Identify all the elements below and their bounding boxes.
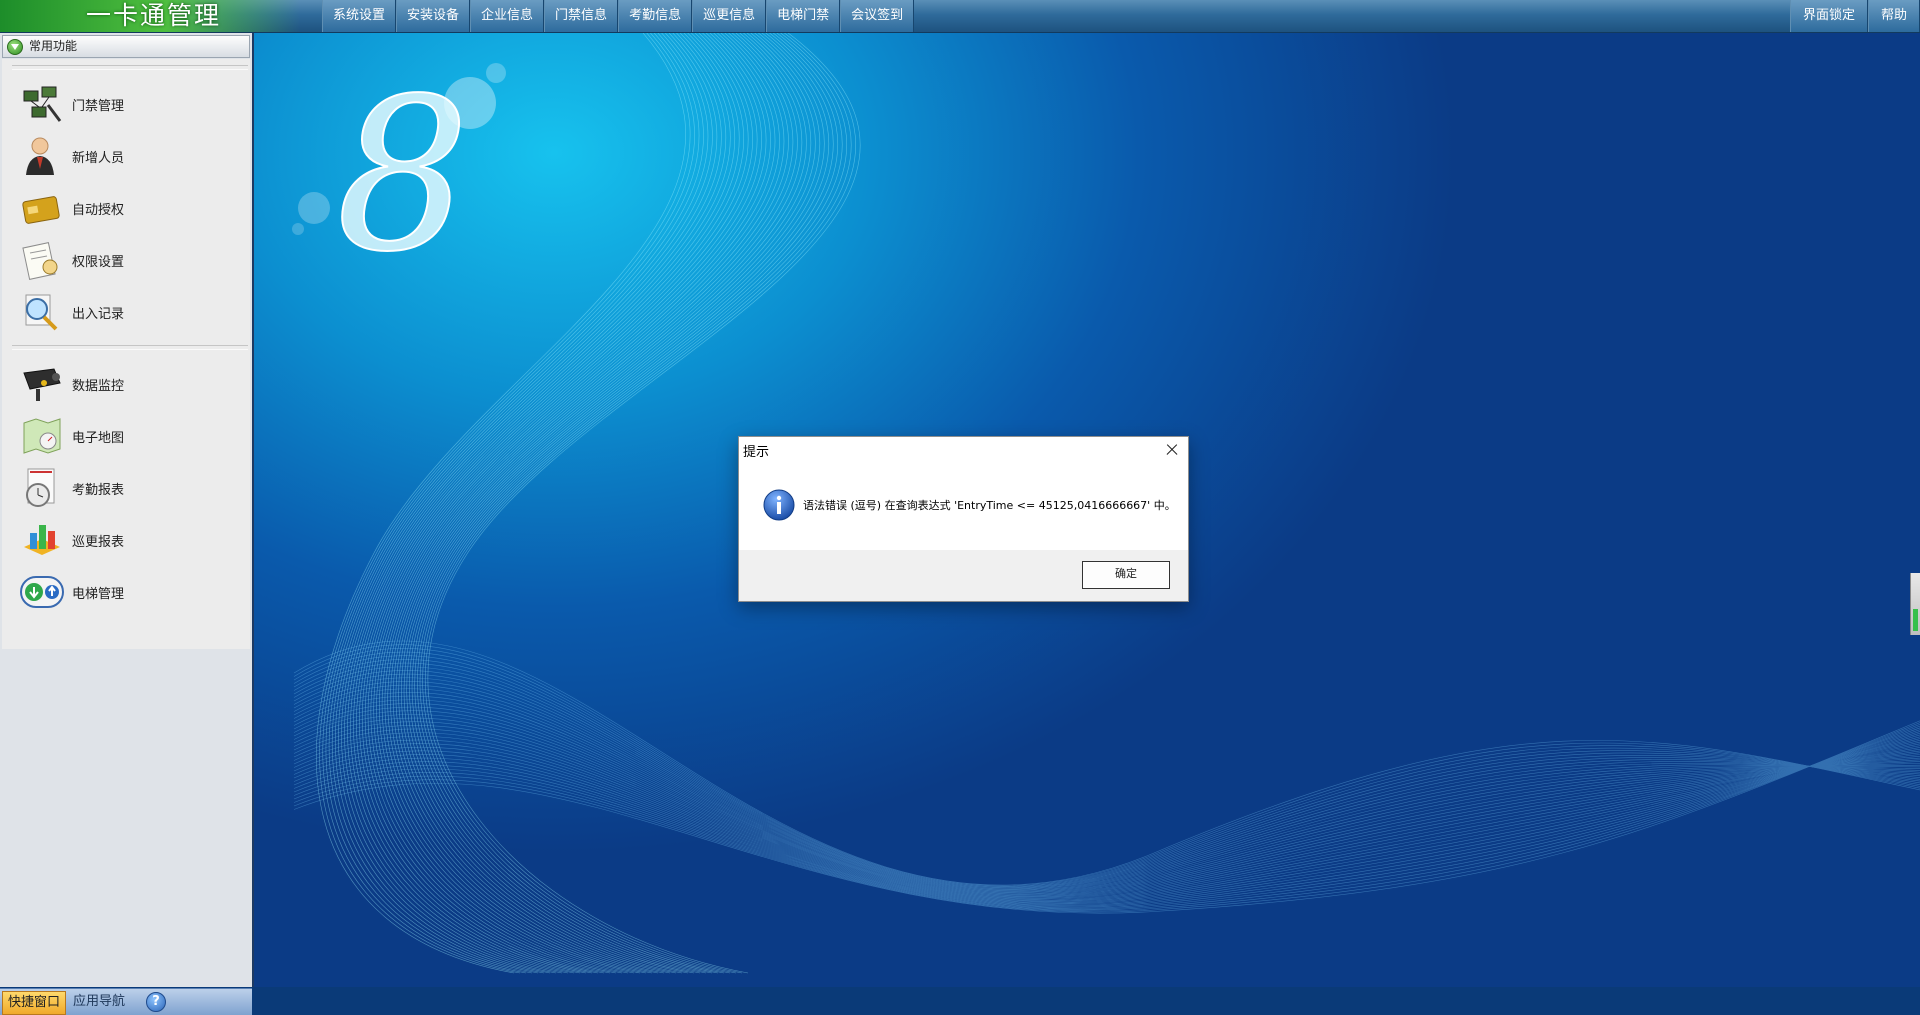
message-dialog: 提示 语法错误 (逗号) 在查询表达式 'EntryTime <= 45125,… — [738, 436, 1189, 602]
menu-install-devices[interactable]: 安装设备 — [396, 0, 471, 32]
elevator-icon — [20, 576, 64, 608]
sidebar-item-label: 自动授权 — [72, 203, 125, 218]
permission-icon — [22, 242, 58, 280]
left-sidebar: 常用功能 门禁管理 新增人员 自动授权 权限设置 出入记录 数据监控 电子地图 … — [0, 33, 254, 1015]
menu-elevator-access[interactable]: 电梯门禁 — [766, 0, 841, 32]
menu-patrol-info[interactable]: 巡更信息 — [692, 0, 767, 32]
sidebar-item-attendance-report[interactable]: 考勤报表 — [20, 465, 230, 511]
divider — [12, 345, 248, 350]
door-access-icon — [23, 86, 62, 122]
person-icon — [26, 137, 54, 175]
sidebar-item-data-monitor[interactable]: 数据监控 — [20, 361, 230, 407]
divider — [12, 65, 248, 70]
menu-company-info[interactable]: 企业信息 — [470, 0, 545, 32]
top-nav: 系统设置 安装设备 企业信息 门禁信息 考勤信息 巡更信息 电梯门禁 会议签到 — [322, 0, 915, 32]
sidebar-item-patrol-report[interactable]: 巡更报表 — [20, 517, 230, 563]
sidebar-item-label: 数据监控 — [72, 379, 125, 394]
desktop-logo-8: 8 — [336, 53, 470, 298]
sidebar-item-label: 考勤报表 — [72, 483, 125, 498]
sidebar-item-label: 电子地图 — [72, 431, 125, 446]
menu-help[interactable]: 帮助 — [1867, 0, 1920, 32]
sidebar-bottom-tabs: 快捷窗口 应用导航 ? — [0, 988, 252, 1015]
menu-meeting-signin[interactable]: 会议签到 — [840, 0, 915, 32]
search-record-icon — [25, 294, 58, 331]
sidebar-item-elevator-management[interactable]: 电梯管理 — [20, 569, 230, 615]
sidebar-item-label: 门禁管理 — [72, 99, 125, 114]
sidebar-item-new-person[interactable]: 新增人员 — [20, 133, 230, 179]
help-icon: ? — [146, 992, 166, 1012]
app-logo: 一卡通管理 — [0, 0, 300, 32]
sidebar-item-label: 电梯管理 — [72, 587, 125, 602]
scroll-indicator[interactable] — [1910, 573, 1920, 635]
app-title: 一卡通管理 — [86, 1, 222, 30]
top-menu-bar: 一卡通管理 系统设置 安装设备 企业信息 门禁信息 考勤信息 巡更信息 电梯门禁… — [0, 0, 1920, 33]
sidebar-item-label: 出入记录 — [72, 307, 125, 322]
sidebar-body: 门禁管理 新增人员 自动授权 权限设置 出入记录 数据监控 电子地图 考勤报表 … — [2, 59, 250, 649]
dialog-message: 语法错误 (逗号) 在查询表达式 'EntryTime <= 45125,041… — [803, 499, 1176, 512]
tab-app-navigation[interactable]: 应用导航 — [68, 991, 130, 1013]
sidebar-item-label: 新增人员 — [72, 151, 125, 166]
menu-attendance-info[interactable]: 考勤信息 — [618, 0, 693, 32]
collapse-arrow-icon[interactable] — [7, 39, 23, 55]
card-icon — [22, 196, 60, 224]
tab-quick-window[interactable]: 快捷窗口 — [2, 991, 66, 1015]
sidebar-item-label: 权限设置 — [72, 255, 125, 270]
sidebar-header[interactable]: 常用功能 — [2, 35, 250, 58]
close-icon[interactable] — [1160, 439, 1184, 461]
sidebar-item-auto-auth[interactable]: 自动授权 — [20, 185, 230, 231]
sidebar-item-access-records[interactable]: 出入记录 — [20, 289, 230, 335]
dialog-footer: 确定 — [739, 550, 1188, 601]
menu-access-info[interactable]: 门禁信息 — [544, 0, 619, 32]
sidebar-item-label: 巡更报表 — [72, 535, 125, 550]
sidebar-header-label: 常用功能 — [29, 39, 78, 53]
clock-report-icon — [26, 468, 55, 507]
sidebar-item-door-access[interactable]: 门禁管理 — [20, 81, 230, 127]
top-right-nav: 界面锁定 帮助 — [1789, 0, 1920, 32]
menu-system-settings[interactable]: 系统设置 — [322, 0, 397, 32]
sidebar-item-permissions[interactable]: 权限设置 — [20, 237, 230, 283]
tab-help[interactable]: ? — [134, 991, 178, 1013]
menu-lock-ui[interactable]: 界面锁定 — [1789, 0, 1868, 32]
dialog-title: 提示 — [743, 445, 770, 460]
ok-button[interactable]: 确定 — [1082, 561, 1170, 589]
map-icon — [23, 418, 61, 454]
info-icon — [763, 489, 795, 521]
sidebar-item-e-map[interactable]: 电子地图 — [20, 413, 230, 459]
camera-icon — [23, 368, 61, 401]
patrol-report-icon — [24, 525, 60, 555]
